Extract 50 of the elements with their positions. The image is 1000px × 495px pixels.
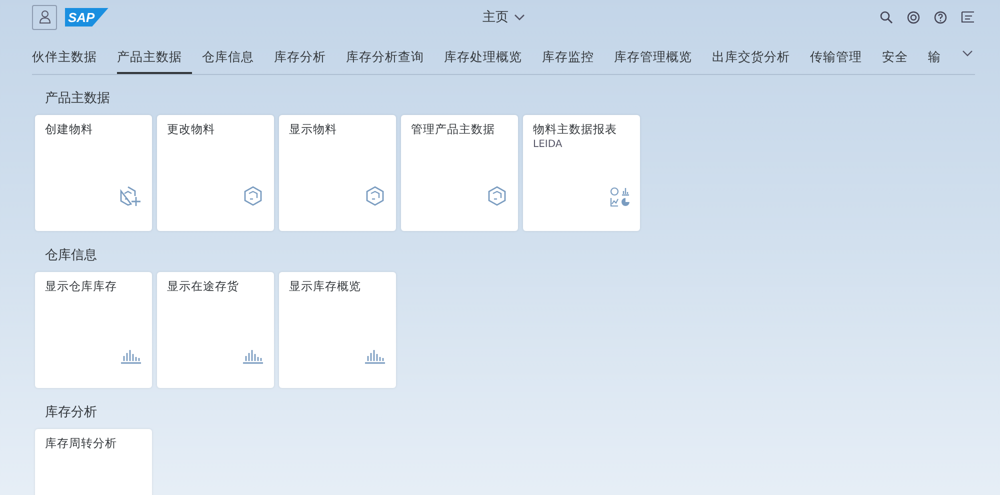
home-menu-button[interactable]: 主页 (482, 8, 524, 26)
tab[interactable]: 库存管理概览 (614, 33, 702, 74)
tab[interactable]: 库存分析查询 (346, 33, 434, 74)
tab[interactable]: 出库交货分析 (712, 33, 800, 74)
app-tile[interactable]: 管理产品主数据 (401, 115, 518, 231)
tile-title: 显示物料 (289, 123, 337, 136)
report-charts-icon (610, 187, 630, 207)
app-tile[interactable]: 显示物料 (279, 115, 396, 231)
tab[interactable]: 输 (928, 33, 951, 74)
tile-title: 更改物料 (167, 123, 215, 136)
tab[interactable]: 库存监控 (542, 33, 604, 74)
cube-plus-icon (118, 185, 142, 207)
tile-title: 管理产品主数据 (411, 123, 495, 136)
cube-icon (486, 185, 508, 207)
tab[interactable]: 库存处理概览 (444, 33, 532, 74)
tab[interactable]: 仓库信息 (202, 33, 264, 74)
tile-subtitle: LEIDA (533, 139, 562, 150)
tab[interactable]: 库存分析 (274, 33, 336, 74)
app-tile[interactable]: 物料主数据报表 LEIDA (523, 115, 640, 231)
group-title: 库存分析 (44, 404, 97, 422)
tile-title: 创建物料 (45, 123, 93, 136)
search-icon[interactable] (880, 10, 893, 24)
tile-title: 显示仓库库存 (45, 280, 117, 293)
more-tabs-icon[interactable] (962, 50, 973, 57)
app-tile[interactable]: 库存周转分析 (35, 429, 152, 495)
tile-title: 显示库存概览 (289, 280, 361, 293)
app-tile[interactable]: 显示在途存货 (157, 272, 274, 388)
tile-title: 物料主数据报表 (533, 123, 617, 136)
group-title: 产品主数据 (44, 90, 110, 108)
tab[interactable]: 产品主数据 (117, 33, 192, 74)
help-icon[interactable] (934, 10, 947, 24)
tile-title: 显示在途存货 (167, 280, 239, 293)
tile-title: 库存周转分析 (45, 437, 117, 450)
user-button[interactable] (32, 4, 57, 30)
app-tile[interactable]: 更改物料 (157, 115, 274, 231)
app-tile[interactable]: 显示库存概览 (279, 272, 396, 388)
bar-chart-icon (364, 348, 386, 364)
tab[interactable]: 传输管理 (810, 33, 872, 74)
notifications-icon[interactable] (961, 11, 975, 23)
app-tile[interactable]: 创建物料 (35, 115, 152, 231)
bar-chart-icon (242, 348, 264, 364)
caret-icon (514, 14, 524, 20)
tab[interactable]: 安全 (882, 33, 918, 74)
bar-chart-icon (120, 348, 142, 364)
cube-icon (242, 185, 264, 207)
group-title: 仓库信息 (44, 247, 97, 265)
user-icon (38, 10, 50, 24)
app-tile[interactable]: 显示仓库库存 (35, 272, 152, 388)
cube-icon (364, 185, 386, 207)
tab[interactable]: 伙伴主数据 (32, 33, 107, 74)
